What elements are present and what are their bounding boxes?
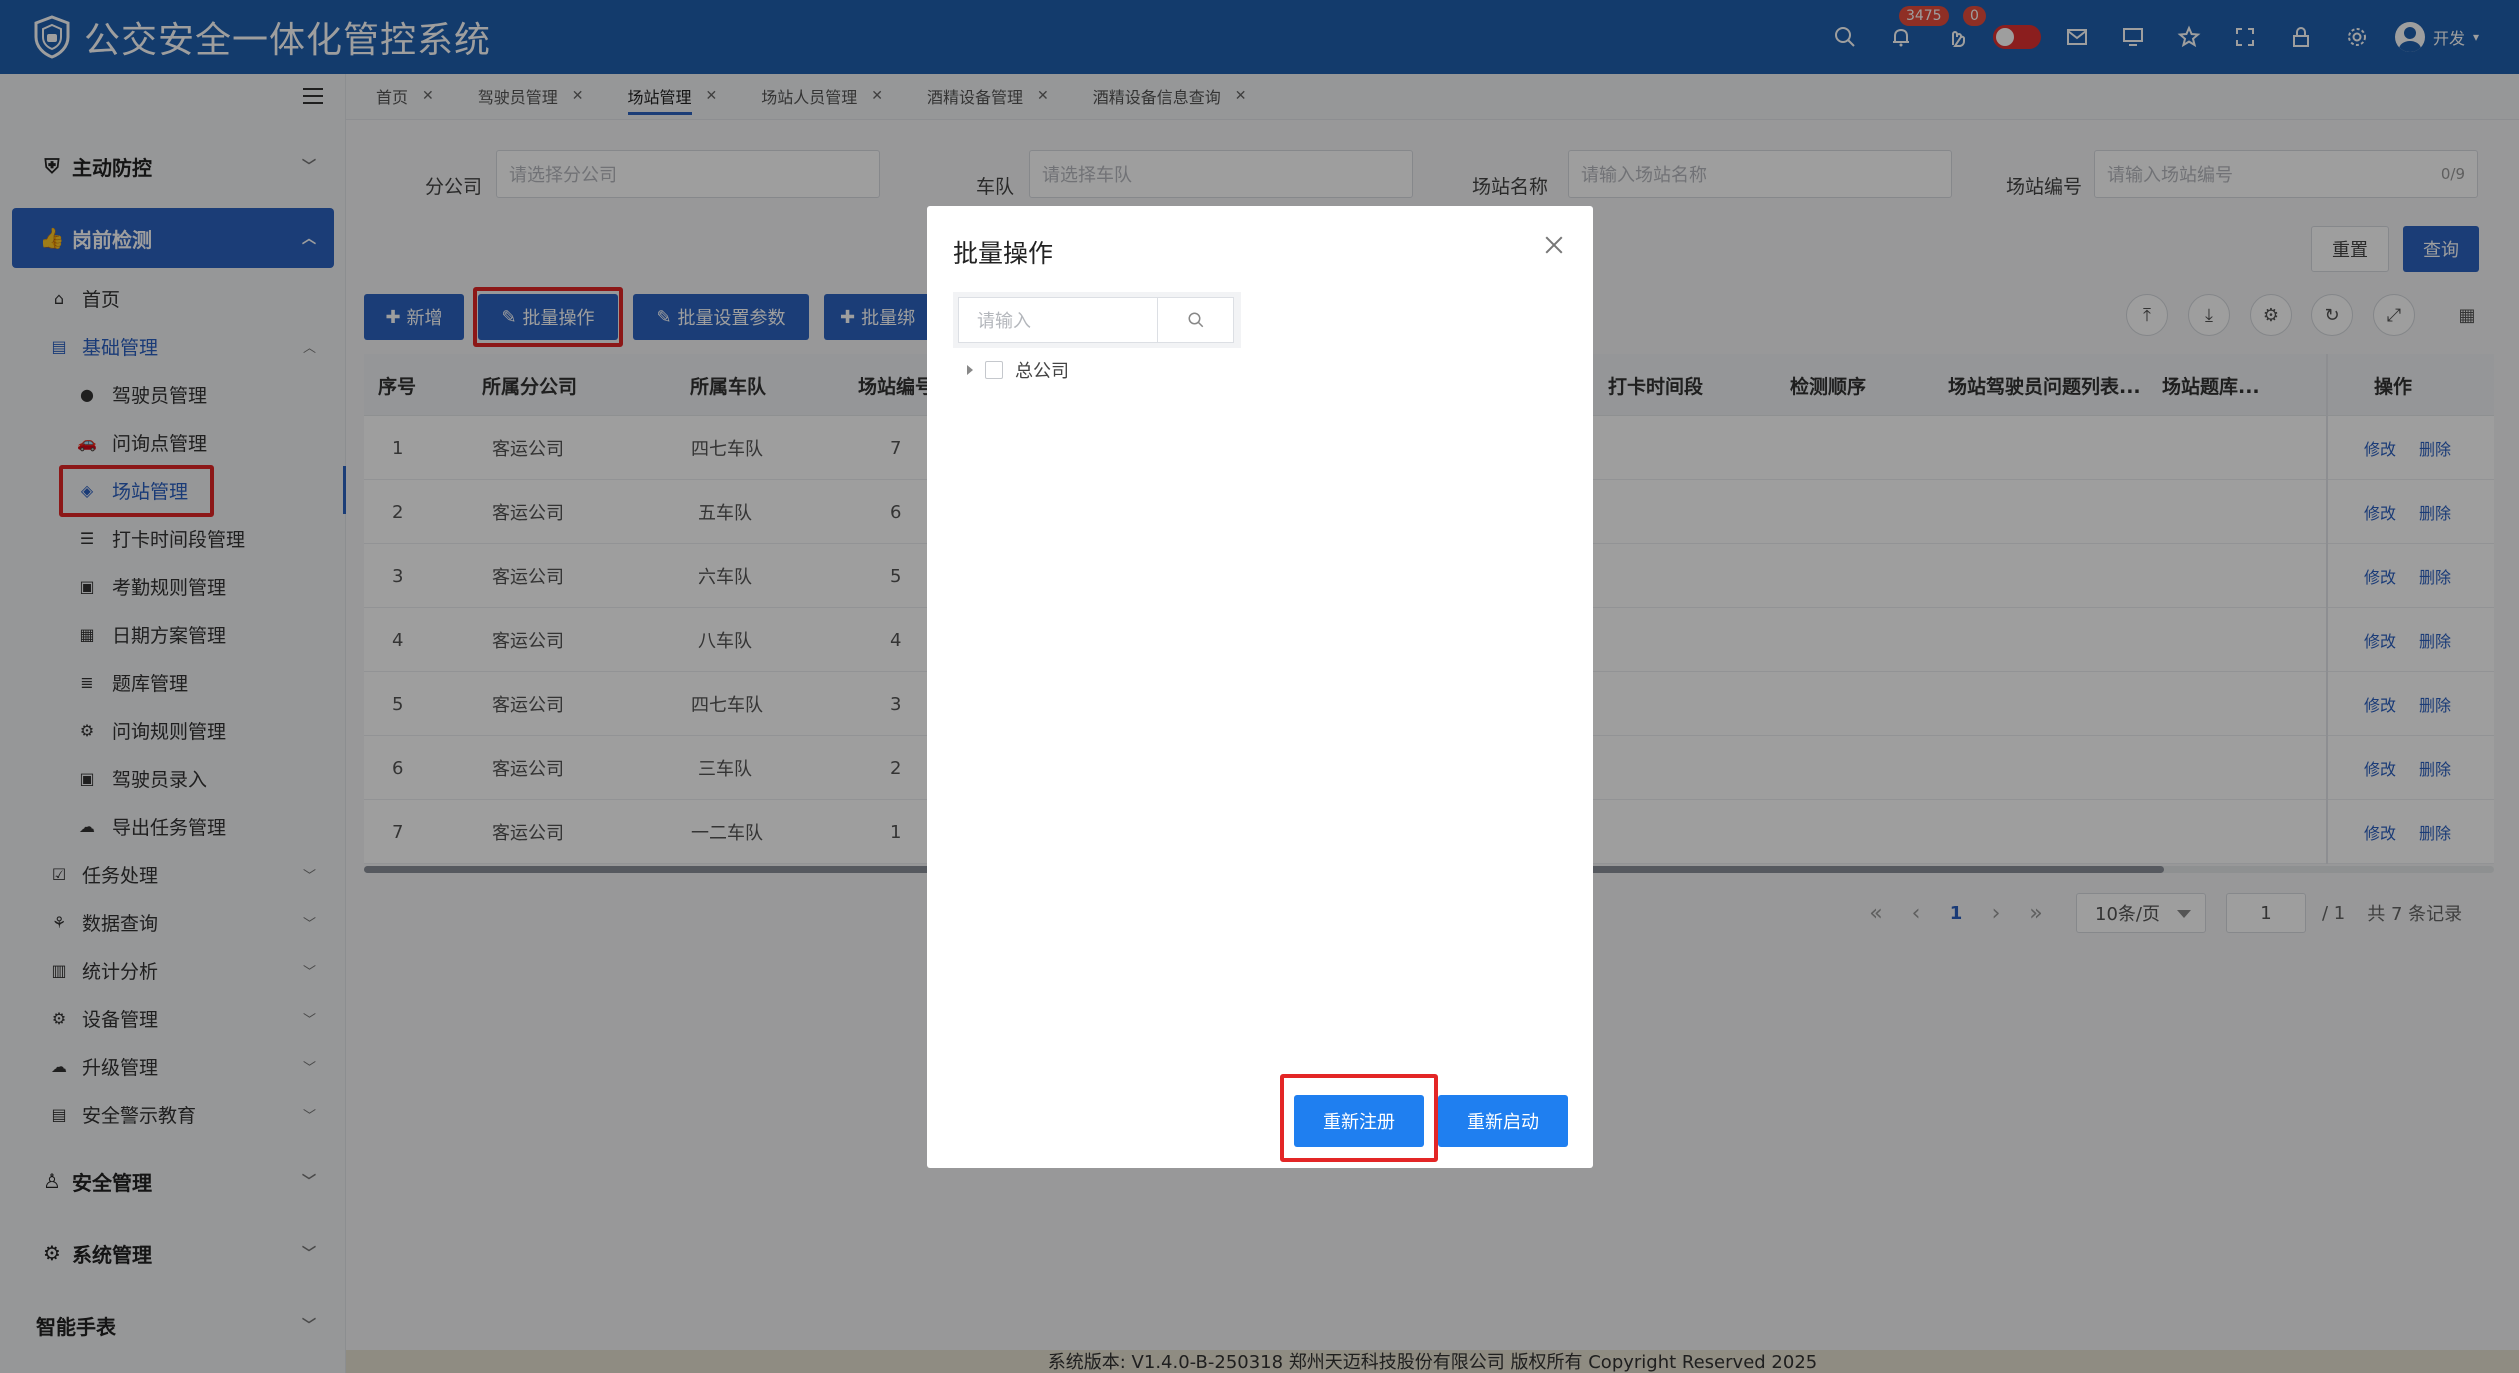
tree-node-root[interactable]: 总公司 [967,354,1069,386]
search-icon[interactable] [1158,297,1234,343]
tree-search-input[interactable]: 请输入 [958,297,1158,343]
restart-button[interactable]: 重新启动 [1438,1095,1568,1147]
tree-search: 请输入 [953,292,1241,348]
highlight-box-re-register [1280,1074,1438,1162]
tree-checkbox[interactable] [985,361,1003,379]
tree-node-label: 总公司 [1015,361,1069,382]
close-icon[interactable] [1541,232,1567,258]
caret-right-icon[interactable] [967,365,973,375]
dialog-title: 批量操作 [953,239,1054,268]
batch-operation-dialog: 批量操作 请输入 总公司 重新注册 重新启动 [927,206,1593,1168]
placeholder: 请输入 [977,311,1031,332]
